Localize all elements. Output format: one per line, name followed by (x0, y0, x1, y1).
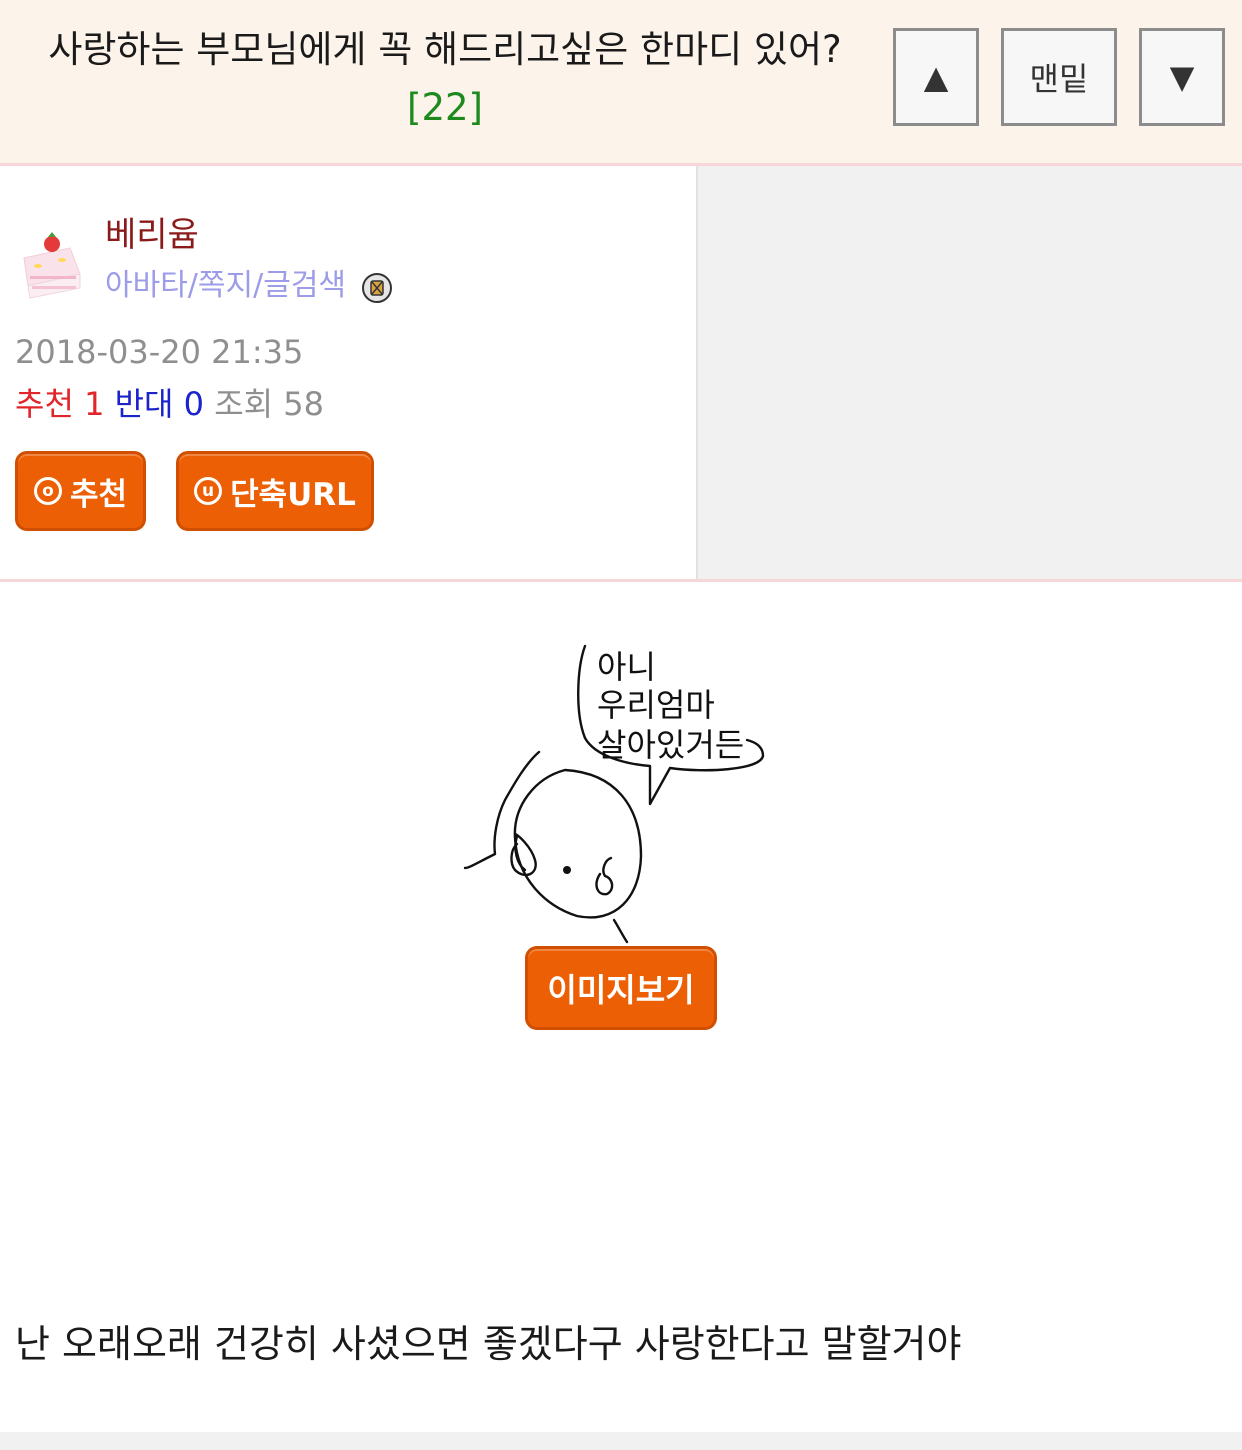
views-count: 58 (283, 385, 324, 423)
url-circle-icon: u (194, 477, 223, 505)
comment-count[interactable]: [22] (0, 82, 890, 134)
cake-avatar[interactable] (18, 224, 86, 300)
views-label: 조회 (214, 385, 274, 423)
previous-post-button[interactable]: ▲ (893, 28, 979, 126)
short-url-button-label: 단축URL (230, 476, 356, 513)
short-url-button[interactable]: u 단축URL (176, 451, 374, 531)
speech-line-1: 아니 (597, 648, 656, 686)
recommend-count: 1 (84, 385, 105, 423)
next-post-button[interactable]: ▼ (1139, 28, 1225, 126)
divider (0, 579, 1242, 582)
post-date: 2018-03-20 21:35 (15, 333, 304, 371)
footer-strip (0, 1432, 1242, 1450)
view-image-button[interactable]: 이미지보기 (525, 946, 717, 1030)
recommend-button-label: 추천 (69, 476, 128, 513)
side-panel (696, 166, 1242, 580)
post-header: 사랑하는 부모님에게 꼭 해드리고싶은 한마디 있어? [22] ▲ 맨밑 ▼ (0, 0, 1242, 166)
oppose-label: 반대 (114, 385, 174, 423)
post-body-text: 난 오래오래 건강히 사셨으면 좋겠다구 사랑한다고 말할거야 (15, 1322, 962, 1366)
doodle-image[interactable]: 아니 우리엄마 살아있거든 (455, 638, 775, 948)
go-bottom-button[interactable]: 맨밑 (1001, 28, 1117, 126)
post-stats: 추천 1 반대 0 조회 58 (15, 382, 324, 426)
recommend-circle-icon: o (33, 477, 62, 505)
recommend-label: 추천 (15, 385, 74, 423)
recommend-button[interactable]: o 추천 (15, 451, 146, 531)
author-name[interactable]: 베리윰 (105, 212, 199, 258)
post-title: 사랑하는 부모님에게 꼭 해드리고싶은 한마디 있어? (48, 28, 842, 71)
oppose-count: 0 (183, 385, 205, 423)
speech-line-2: 우리엄마 (597, 686, 715, 724)
member-badge-icon (362, 273, 392, 303)
speech-line-3: 살아있거든 (597, 726, 744, 764)
author-profile-links[interactable]: 아바타/쪽지/글검색 (105, 264, 346, 308)
